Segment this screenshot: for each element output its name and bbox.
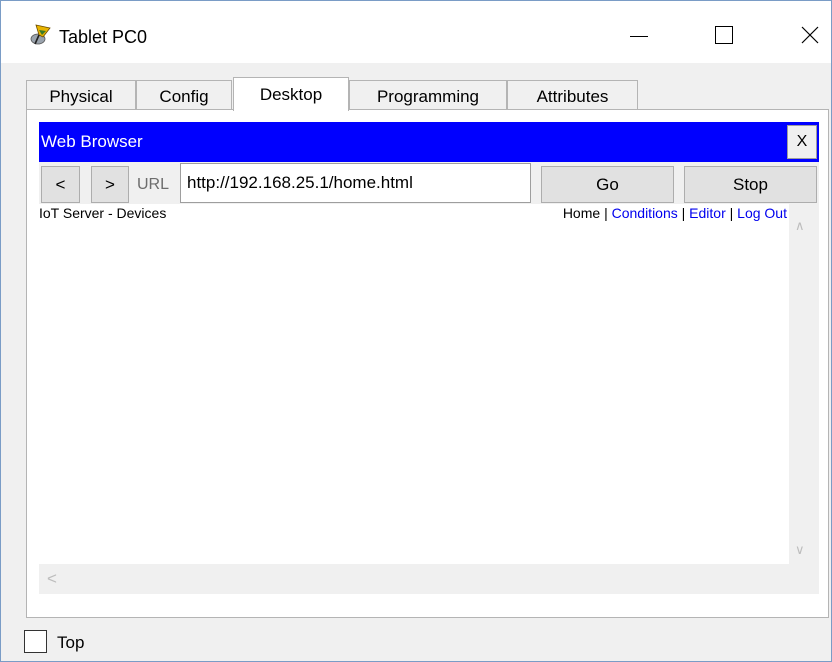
title-bar[interactable]: Tablet PC0 xyxy=(1,1,831,63)
nav-logout-link[interactable]: Log Out xyxy=(737,205,787,221)
packet-tracer-tablet-icon xyxy=(30,24,51,45)
scrollbar-corner xyxy=(789,564,819,594)
minimize-icon xyxy=(630,35,648,37)
stop-button[interactable]: Stop xyxy=(684,166,817,203)
go-button[interactable]: Go xyxy=(541,166,674,203)
close-icon xyxy=(801,26,819,44)
tab-bar: Physical Config Desktop Programming Attr… xyxy=(26,77,829,113)
scroll-down-icon[interactable]: ∨ xyxy=(795,542,805,558)
url-input[interactable] xyxy=(180,163,531,203)
web-browser: Web Browser X < > URL Go Stop IoT Server… xyxy=(39,122,819,606)
nav-home: Home xyxy=(562,205,601,221)
browser-header: Web Browser X xyxy=(39,122,819,162)
nav-separator: | xyxy=(729,205,734,221)
top-checkbox-label: Top xyxy=(57,633,85,652)
back-button[interactable]: < xyxy=(41,166,80,203)
url-label: URL xyxy=(137,176,170,193)
horizontal-scrollbar[interactable]: < > xyxy=(39,564,819,594)
maximize-button[interactable] xyxy=(701,13,747,57)
vertical-scrollbar[interactable]: ∧ ∨ xyxy=(789,204,819,564)
scroll-left-icon[interactable]: < xyxy=(47,569,57,589)
nav-editor-link[interactable]: Editor xyxy=(689,205,726,221)
desktop-panel: Web Browser X < > URL Go Stop IoT Server… xyxy=(26,109,829,618)
minimize-button[interactable] xyxy=(616,13,662,57)
browser-page: IoT Server - Devices Home | Conditions |… xyxy=(39,204,819,606)
browser-title: Web Browser xyxy=(41,132,143,151)
page-nav: Home | Conditions | Editor | Log Out xyxy=(563,205,787,221)
nav-separator: | xyxy=(604,205,608,221)
forward-button[interactable]: > xyxy=(91,166,129,203)
page-title: IoT Server - Devices xyxy=(39,205,167,221)
browser-close-button[interactable]: X xyxy=(787,125,817,159)
nav-conditions-link[interactable]: Conditions xyxy=(612,205,678,221)
tablet-window: Tablet PC0 Physical Config Desktop Progr… xyxy=(0,0,832,662)
maximize-icon xyxy=(715,26,733,44)
top-checkbox[interactable] xyxy=(24,630,47,653)
scroll-up-icon[interactable]: ∧ xyxy=(795,218,805,234)
close-button[interactable] xyxy=(787,13,832,57)
window-title: Tablet PC0 xyxy=(59,27,148,47)
nav-separator: | xyxy=(681,205,686,221)
browser-toolbar: < > URL Go Stop xyxy=(39,162,819,204)
tab-desktop[interactable]: Desktop xyxy=(233,77,349,111)
